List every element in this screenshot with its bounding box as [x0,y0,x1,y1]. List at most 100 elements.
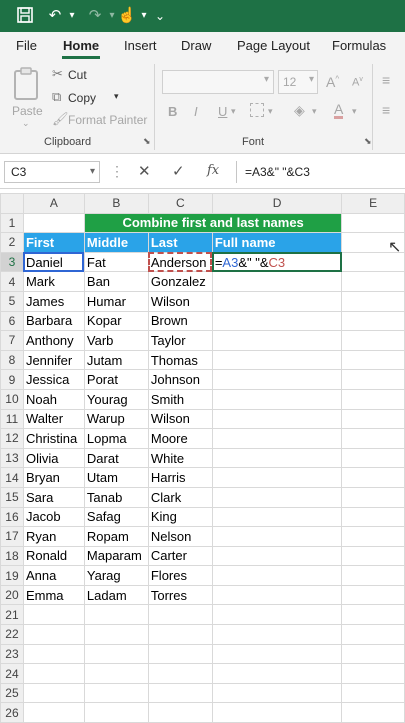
column-header[interactable]: E [341,193,405,214]
row-header[interactable]: 3 [0,251,24,273]
decrease-font-icon[interactable]: Av [352,76,363,89]
borders-dropdown-icon[interactable]: ▾ [268,106,273,117]
cell[interactable]: Christina [22,428,85,449]
cell[interactable]: Jacob [22,506,85,528]
row-header[interactable]: 11 [0,408,24,430]
align-left-icon[interactable]: ≡ [382,102,390,118]
cell[interactable]: Clark [147,486,213,508]
cell[interactable] [22,643,85,665]
cell[interactable]: Sara [22,486,85,508]
cell[interactable] [211,310,343,332]
row-header[interactable]: 16 [0,506,24,528]
row-header[interactable]: 24 [0,663,24,684]
cell[interactable] [341,682,405,704]
cell[interactable] [211,408,343,430]
cell[interactable] [341,506,405,528]
row-header[interactable]: 13 [0,447,24,469]
cell[interactable]: Safag [83,506,149,528]
tab-home[interactable]: Home [63,38,99,53]
paste-dropdown-icon[interactable]: ⌄ [22,118,30,129]
font-name-box[interactable]: ▾ [162,70,274,94]
cell[interactable] [341,388,405,410]
row-header[interactable]: 25 [0,682,24,704]
cell[interactable] [341,271,405,292]
font-name-dropdown-icon[interactable]: ▾ [264,74,269,85]
copy-dropdown-icon[interactable]: ▾ [114,91,119,102]
cell[interactable] [211,682,343,704]
cell[interactable]: Gonzalez [147,271,213,292]
cell[interactable]: Emma [22,584,85,606]
cell[interactable]: Varb [83,330,149,351]
cell[interactable]: Jutam [83,349,149,371]
copy-button[interactable]: ⧉ Copy ▾ [52,89,132,107]
header-cell[interactable]: First [22,232,85,253]
cell[interactable]: Ryan [22,526,85,547]
cell[interactable] [341,643,405,665]
row-header[interactable]: 14 [0,467,24,488]
cell[interactable] [211,584,343,606]
cell[interactable]: Noah [22,388,85,410]
cell[interactable] [341,526,405,547]
cell[interactable] [22,663,85,684]
cell[interactable] [341,310,405,332]
cell[interactable] [83,624,149,645]
name-box[interactable]: C3 ▾ [4,161,100,183]
cell[interactable]: Jessica [22,369,85,390]
cell[interactable]: Anna [22,565,85,586]
cell[interactable]: Porat [83,369,149,390]
cell[interactable]: Warup [83,408,149,430]
italic-icon[interactable]: I [194,104,198,119]
row-header[interactable]: 17 [0,526,24,547]
column-header[interactable]: D [211,193,343,214]
select-all-corner[interactable] [0,193,24,214]
row-header[interactable]: 23 [0,643,24,665]
formula-input[interactable]: =A3&" "&C3 [236,161,405,183]
header-cell[interactable]: Last [147,232,213,253]
cell[interactable]: Anderson [147,251,213,273]
row-header[interactable]: 19 [0,565,24,586]
cancel-icon[interactable]: ✕ [138,162,151,180]
cell[interactable]: Mark [22,271,85,292]
cell[interactable] [147,682,213,704]
undo-dropdown-icon[interactable]: ▾ [66,6,78,26]
column-header[interactable]: A [22,193,85,214]
row-header[interactable]: 10 [0,388,24,410]
cell[interactable]: Anthony [22,330,85,351]
cell[interactable] [341,584,405,606]
touch-mode-icon[interactable]: ☝ [116,6,138,26]
name-box-dropdown-icon[interactable]: ▾ [90,162,95,182]
cell[interactable]: King [147,506,213,528]
cell[interactable]: Flores [147,565,213,586]
cell[interactable]: Thomas [147,349,213,371]
cell[interactable] [211,467,343,488]
cell[interactable]: Moore [147,428,213,449]
cell[interactable] [211,330,343,351]
cell[interactable]: Brown [147,310,213,332]
tab-insert[interactable]: Insert [124,38,157,53]
cell[interactable]: Nelson [147,526,213,547]
cell[interactable] [341,545,405,567]
cell[interactable] [211,290,343,312]
row-header[interactable]: 4 [0,271,24,292]
header-cell[interactable]: Full name [211,232,343,253]
cell[interactable] [211,428,343,449]
cell[interactable] [341,349,405,371]
customize-toolbar-icon[interactable]: ⌄ [152,6,168,26]
font-color-icon[interactable]: A [334,102,344,119]
cell[interactable]: Ropam [83,526,149,547]
cell[interactable] [341,486,405,508]
cell[interactable] [211,506,343,528]
row-header[interactable]: 18 [0,545,24,567]
cell[interactable]: Torres [147,584,213,606]
cell[interactable] [211,447,343,469]
cell[interactable] [211,545,343,567]
cell[interactable]: Smith [147,388,213,410]
underline-icon[interactable]: U [218,104,227,119]
cell[interactable] [83,682,149,704]
cell[interactable] [211,643,343,665]
row-header[interactable]: 6 [0,310,24,332]
cell[interactable]: Darat [83,447,149,469]
save-icon[interactable] [14,6,36,26]
cell[interactable] [22,682,85,704]
cell[interactable] [211,565,343,586]
